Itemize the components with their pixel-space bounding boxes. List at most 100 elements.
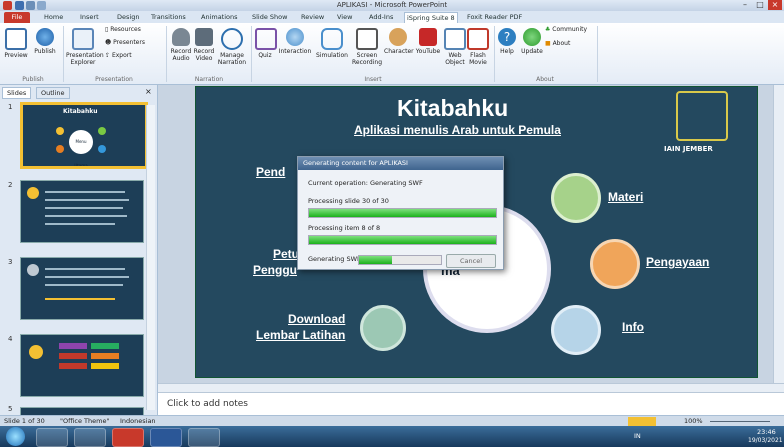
slide-thumbnail[interactable] [20, 257, 144, 320]
manage-narration-button[interactable]: Manage Narration [217, 28, 247, 66]
tab-add-ins[interactable]: Add-Ins [367, 12, 395, 23]
thumb-dot [98, 127, 106, 135]
thumb-dot [98, 145, 106, 153]
start-icon[interactable] [6, 427, 25, 446]
tab-transitions[interactable]: Transitions [149, 12, 188, 23]
resources-button[interactable]: ▯ Resources [105, 26, 141, 33]
cancel-button[interactable]: Cancel [446, 254, 496, 268]
notes-pane[interactable]: Click to add notes [158, 392, 784, 415]
item-progress-label: Processing item 8 of 8 [308, 224, 381, 232]
swf-progress-fill [359, 256, 392, 264]
thumb-bar [59, 353, 87, 359]
ribbon: Preview Publish Publish Presentation Exp… [0, 23, 784, 85]
word-taskbar-icon[interactable] [150, 428, 182, 447]
tab-foxit[interactable]: Foxit Reader PDF [465, 12, 524, 23]
export-button[interactable]: ⇪ Export [105, 52, 132, 59]
clock-date[interactable]: 19/03/2021 [748, 437, 783, 444]
record-video-button[interactable]: Record Video [193, 28, 215, 62]
slide-thumbnail[interactable]: Kitabahku Menu Utama [20, 102, 148, 169]
app-taskbar-icon[interactable] [188, 428, 220, 447]
progress-dialog: Generating content for APLIKASI Current … [297, 156, 504, 270]
web-object-icon [444, 28, 466, 50]
screen-recording-button[interactable]: Screen Recording [352, 28, 382, 66]
character-icon [389, 28, 407, 46]
maximize-icon[interactable]: □ [753, 0, 767, 10]
pengayaan-icon[interactable] [590, 239, 640, 289]
about-button[interactable]: ■ About [545, 40, 570, 47]
link-lembar-latihan[interactable]: Lembar Latihan [256, 328, 345, 342]
interaction-button[interactable]: Interaction [277, 28, 313, 55]
insert-group-label: Insert [364, 76, 382, 83]
link-petunjuk[interactable]: Petu [273, 247, 299, 261]
flash-movie-button[interactable]: Flash Movie [467, 28, 489, 66]
title-bar: APLIKASI - Microsoft PowerPoint – □ × [0, 0, 784, 11]
update-button[interactable]: Update [519, 28, 545, 55]
minimize-icon[interactable]: – [738, 0, 752, 10]
community-button[interactable]: ♣ Community [545, 26, 587, 33]
logo-text: IAIN JEMBER [664, 145, 713, 153]
simulation-button[interactable]: Simulation [314, 28, 350, 59]
view-buttons[interactable] [628, 417, 656, 426]
language-indicator[interactable]: IN [634, 432, 641, 440]
quiz-icon [255, 28, 277, 50]
preview-icon [5, 28, 27, 50]
firefox-taskbar-icon[interactable] [74, 428, 106, 447]
tab-slides[interactable]: Slides [2, 87, 32, 99]
vertical-scrollbar[interactable] [773, 85, 784, 383]
preview-button[interactable]: Preview [3, 28, 29, 59]
thumb-dot [27, 264, 39, 276]
tab-view[interactable]: View [335, 12, 354, 23]
help-button[interactable]: ? Help [497, 28, 517, 55]
link-pendahuluan[interactable]: Pend [256, 165, 285, 179]
link-download[interactable]: Download [288, 312, 345, 326]
explorer-taskbar-icon[interactable] [36, 428, 68, 447]
pane-scrollbar[interactable] [146, 105, 155, 410]
slide-thumbnail[interactable] [20, 407, 144, 415]
link-info[interactable]: Info [622, 320, 644, 334]
link-materi[interactable]: Materi [608, 190, 643, 204]
record-audio-button[interactable]: Record Audio [170, 28, 192, 62]
presenters-button[interactable]: ☻ Presenters [105, 39, 145, 46]
clock-time[interactable]: 23:46 [757, 428, 776, 436]
link-petunjuk-2[interactable]: Penggu [253, 263, 297, 277]
tab-file[interactable]: File [4, 12, 30, 23]
presenters-icon: ☻ [105, 39, 114, 46]
ribbon-tabs: File Home Insert Design Transitions Anim… [0, 11, 784, 24]
presentation-explorer-button[interactable]: Presentation Explorer [66, 28, 104, 66]
tab-slide-show[interactable]: Slide Show [250, 12, 289, 23]
character-button[interactable]: Character [384, 28, 414, 55]
slide-number: 4 [8, 335, 13, 343]
group-separator [166, 26, 167, 82]
speaker-icon[interactable] [551, 305, 601, 355]
materi-icon[interactable] [551, 173, 601, 223]
powerpoint-taskbar-icon[interactable] [112, 428, 144, 447]
group-separator [494, 26, 495, 82]
quiz-button[interactable]: Quiz [255, 28, 277, 59]
thumb-bar [91, 363, 119, 369]
taskbar: IN 23:46 19/03/2021 [0, 426, 784, 447]
window-title: APLIKASI - Microsoft PowerPoint [336, 1, 448, 9]
export-icon: ⇪ [105, 52, 112, 59]
web-object-button[interactable]: Web Object [444, 28, 466, 66]
horizontal-scrollbar[interactable] [158, 383, 784, 392]
tab-design[interactable]: Design [115, 12, 141, 23]
close-pane-icon[interactable]: × [145, 87, 152, 96]
thumb-line [45, 223, 115, 225]
zoom-slider[interactable] [710, 421, 770, 422]
tab-animations[interactable]: Animations [199, 12, 240, 23]
iain-logo [676, 91, 728, 141]
simulation-icon [321, 28, 343, 50]
flash-icon [467, 28, 489, 50]
layers-icon[interactable] [360, 305, 406, 351]
tab-home[interactable]: Home [42, 12, 65, 23]
link-pengayaan[interactable]: Pengayaan [646, 255, 709, 269]
slide-thumbnail[interactable] [20, 334, 144, 397]
tab-insert[interactable]: Insert [78, 12, 101, 23]
close-icon[interactable]: × [768, 0, 782, 10]
publish-button[interactable]: Publish [31, 28, 59, 55]
tab-outline[interactable]: Outline [36, 87, 70, 99]
thumb-bar [91, 353, 119, 359]
slide-thumbnail[interactable] [20, 180, 144, 243]
youtube-button[interactable]: YouTube [413, 28, 443, 55]
tab-review[interactable]: Review [299, 12, 326, 23]
